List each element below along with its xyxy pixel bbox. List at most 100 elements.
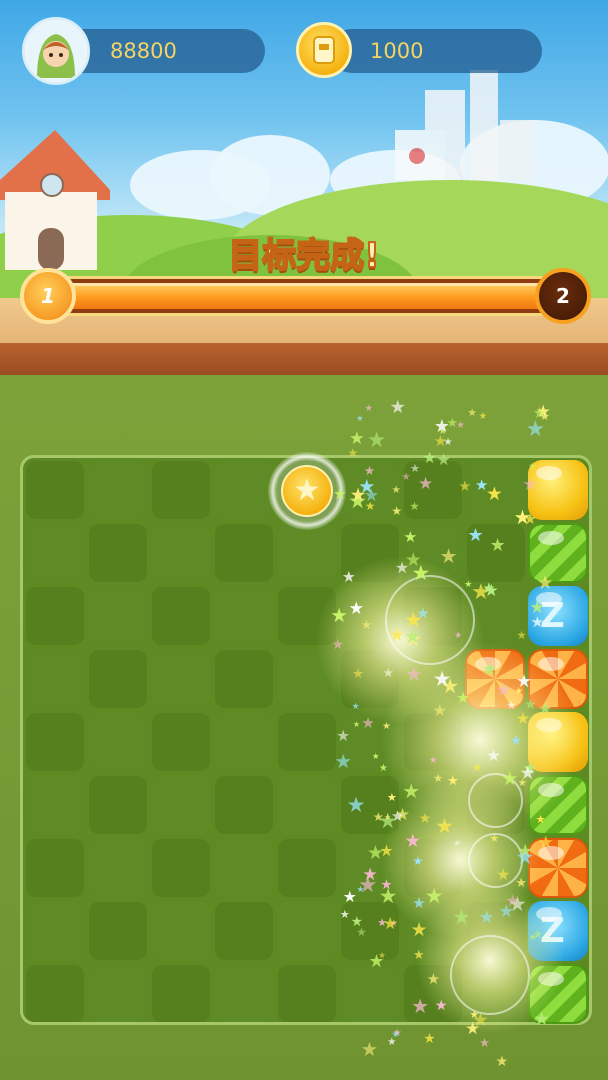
sparkle-star-icon: ★ [453, 838, 462, 850]
board-cell[interactable] [89, 461, 147, 519]
board-cell[interactable] [152, 650, 210, 708]
board-cell[interactable] [152, 524, 210, 582]
board-cell[interactable] [215, 524, 273, 582]
sparkle-star-icon: ★ [452, 904, 471, 929]
board-cell[interactable] [215, 839, 273, 897]
sparkle-star-icon: ★ [435, 813, 454, 838]
board-cell[interactable] [89, 965, 147, 1022]
sparkle-star-icon: ★ [330, 604, 348, 628]
sparkle-star-icon: ★ [410, 917, 428, 941]
board-cell[interactable] [215, 902, 273, 960]
coin-symbol-icon [313, 36, 335, 64]
sparkle-star-icon: ★ [522, 475, 538, 496]
sparkle-star-icon: ★ [367, 428, 387, 454]
board-cell[interactable] [215, 713, 273, 771]
ring-effect [385, 575, 475, 665]
sparkle-star-icon: ★ [380, 876, 393, 893]
board-cell[interactable] [152, 461, 210, 519]
board-cell[interactable] [26, 650, 84, 708]
board-cell[interactable] [152, 902, 210, 960]
sparkle-star-icon: ★ [372, 810, 384, 825]
board-cell[interactable] [278, 902, 336, 960]
board-cell[interactable] [26, 524, 84, 582]
board-cell[interactable] [152, 587, 210, 645]
sparkle-star-icon: ★ [331, 637, 345, 654]
board-cell[interactable] [278, 524, 336, 582]
sparkle-star-icon: ★ [458, 477, 472, 495]
sparkle-star-icon: ★ [514, 685, 523, 697]
board-cell[interactable] [341, 965, 399, 1022]
player-avatar[interactable] [22, 17, 90, 85]
sparkle-star-icon: ★ [432, 771, 444, 786]
sparkle-star-icon: ★ [361, 713, 375, 732]
board-cell[interactable] [215, 776, 273, 834]
board-cell[interactable] [89, 839, 147, 897]
board-cell[interactable] [278, 839, 336, 897]
board-cell[interactable] [215, 650, 273, 708]
sparkle-star-icon: ★ [495, 1053, 509, 1071]
board-cell[interactable] [89, 524, 147, 582]
sparkle-star-icon: ★ [334, 750, 353, 774]
sparkle-star-icon: ★ [401, 471, 411, 484]
sparkle-star-icon: ★ [532, 404, 547, 423]
board-cell[interactable] [26, 902, 84, 960]
sparkle-star-icon: ★ [498, 901, 515, 922]
coin-icon[interactable] [296, 22, 352, 78]
next-level-number: 2 [556, 284, 570, 308]
board-cell[interactable] [89, 713, 147, 771]
sparkle-star-icon: ★ [481, 658, 498, 680]
sparkle-star-icon: ★ [336, 725, 351, 745]
board-cell[interactable] [89, 650, 147, 708]
board-cell[interactable] [278, 776, 336, 834]
sparkle-star-icon: ★ [356, 413, 364, 424]
sparkle-star-icon: ★ [486, 484, 503, 505]
board-cell[interactable] [89, 776, 147, 834]
sparkle-star-icon: ★ [536, 571, 554, 594]
sparkle-star-icon: ★ [482, 579, 496, 597]
sparkle-star-icon: ★ [467, 407, 477, 420]
sparkle-star-icon: ★ [433, 416, 450, 438]
sparkle-star-icon: ★ [363, 486, 380, 507]
board-cell[interactable] [152, 839, 210, 897]
sparkle-star-icon: ★ [515, 844, 535, 869]
sparkle-star-icon: ★ [394, 558, 410, 578]
sparkle-star-icon: ★ [366, 840, 384, 864]
board-cell[interactable] [26, 776, 84, 834]
sparkle-star-icon: ★ [352, 667, 365, 683]
sparkle-star-icon: ★ [416, 606, 430, 623]
board-cell[interactable] [26, 965, 84, 1022]
board-cell[interactable] [152, 776, 210, 834]
sparkle-star-icon: ★ [436, 449, 451, 469]
board-cell[interactable] [89, 587, 147, 645]
sparkle-star-icon: ★ [360, 617, 373, 633]
board-cell[interactable] [215, 461, 273, 519]
board-cell[interactable] [278, 713, 336, 771]
sparkle-star-icon: ★ [404, 662, 423, 687]
sparkle-star-icon: ★ [515, 708, 531, 728]
board-cell[interactable] [215, 587, 273, 645]
sparkle-star-icon: ★ [411, 560, 431, 585]
sparkle-star-icon: ★ [529, 598, 545, 619]
board-cell[interactable] [215, 965, 273, 1022]
sparkle-star-icon: ★ [387, 1035, 397, 1048]
board-cell[interactable] [26, 587, 84, 645]
board-cell[interactable] [278, 965, 336, 1022]
sparkle-star-icon: ★ [409, 499, 420, 514]
score-value: 88800 [110, 39, 177, 63]
board-cell[interactable] [152, 965, 210, 1022]
sparkle-star-icon: ★ [412, 853, 424, 868]
sparkle-star-icon: ★ [418, 473, 434, 494]
board-cell[interactable] [89, 902, 147, 960]
sparkle-star-icon: ★ [391, 483, 401, 496]
board-cell[interactable] [26, 839, 84, 897]
sparkle-star-icon: ★ [347, 446, 359, 461]
board-cell[interactable] [26, 713, 84, 771]
current-level-number: 1 [41, 284, 55, 308]
sparkle-star-icon: ★ [509, 733, 523, 750]
board-cell[interactable] [152, 713, 210, 771]
sparkle-star-icon: ★ [388, 624, 405, 646]
sparkle-star-icon: ★ [358, 872, 378, 898]
sparkle-star-icon: ★ [465, 1017, 481, 1038]
board-cell[interactable] [26, 461, 84, 519]
sparkle-star-icon: ★ [478, 410, 488, 422]
